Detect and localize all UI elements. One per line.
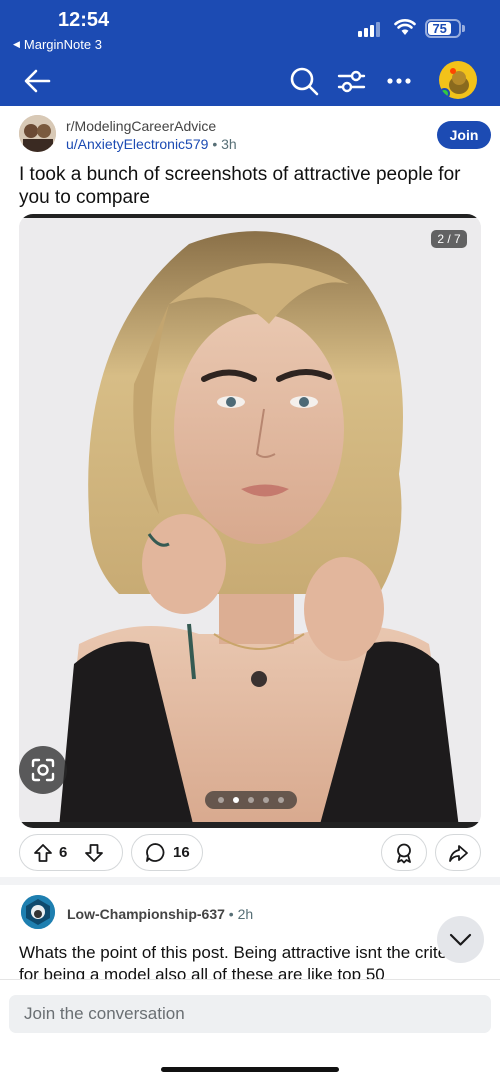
share-button[interactable]	[435, 834, 481, 871]
wifi-icon	[394, 19, 416, 35]
subreddit-avatar[interactable]	[19, 115, 56, 152]
share-arrow-icon	[449, 844, 468, 862]
back-app-label: MarginNote 3	[23, 37, 102, 52]
award-button[interactable]	[381, 834, 427, 871]
comment-author-line: Low-Championship-637 • 2h	[67, 906, 253, 922]
meta-separator: •	[212, 136, 218, 152]
join-button[interactable]: Join	[437, 121, 491, 149]
comment-bubble-icon	[146, 843, 165, 862]
comment-author[interactable]: Low-Championship-637	[67, 906, 225, 922]
vote-control: 6	[19, 834, 123, 871]
home-indicator[interactable]	[161, 1067, 339, 1072]
sort-filter-icon[interactable]	[336, 66, 366, 96]
user-avatar[interactable]	[439, 61, 477, 99]
visual-search-button[interactable]	[19, 746, 67, 794]
media-bottom-edge	[19, 822, 481, 828]
search-icon[interactable]	[289, 66, 319, 96]
gallery-dot[interactable]	[218, 797, 224, 803]
back-to-app-link[interactable]: ◀ MarginNote 3	[13, 37, 102, 52]
online-status-dot	[439, 88, 450, 99]
gallery-pagination[interactable]	[205, 791, 297, 809]
commenter-avatar[interactable]	[21, 895, 55, 929]
more-horizontal-icon[interactable]	[384, 66, 414, 96]
back-arrow-icon[interactable]	[22, 66, 52, 96]
lens-icon	[31, 758, 55, 782]
subreddit-name[interactable]: r/ModelingCareerAdvice	[66, 118, 216, 134]
post-image-gallery[interactable]: 2 / 7	[19, 214, 481, 828]
battery-level: 75	[428, 22, 452, 35]
gallery-dot[interactable]	[278, 797, 284, 803]
gallery-dot[interactable]	[248, 797, 254, 803]
upvote-count: 6	[59, 844, 68, 861]
post-time: 3h	[221, 136, 237, 152]
media-top-edge	[19, 214, 481, 218]
battery-cap	[462, 25, 465, 32]
next-comment-button[interactable]	[437, 916, 484, 963]
comments-button[interactable]: 16	[131, 834, 203, 871]
cellular-signal-icon	[358, 22, 380, 37]
downvote-icon[interactable]	[83, 842, 105, 864]
status-time: 12:54	[58, 9, 110, 31]
post-title[interactable]: I took a bunch of screenshots of attract…	[19, 163, 489, 209]
back-triangle-icon: ◀	[13, 39, 20, 49]
upvote-icon[interactable]	[32, 842, 54, 864]
portrait-photo	[19, 214, 481, 828]
subreddit-avatar-image	[19, 115, 56, 152]
battery-icon: 75	[425, 19, 461, 38]
comment-count: 16	[173, 844, 190, 861]
commenter-avatar-image	[21, 895, 55, 929]
join-conversation-input[interactable]	[9, 995, 491, 1033]
post-author[interactable]: u/AnxietyElectronic579	[66, 136, 208, 152]
gallery-dot[interactable]	[263, 797, 269, 803]
gallery-dot-active[interactable]	[233, 797, 239, 803]
section-divider	[0, 877, 500, 885]
comment-separator: •	[228, 906, 234, 922]
post-meta: u/AnxietyElectronic579 • 3h	[66, 136, 237, 152]
comment-time: 2h	[237, 906, 254, 922]
gallery-counter: 2 / 7	[431, 230, 467, 248]
award-icon	[397, 843, 411, 863]
chevron-down-icon	[449, 933, 472, 946]
comment-body: Whats the point of this post. Being attr…	[19, 943, 466, 982]
top-bar: 12:54 ◀ MarginNote 3 75	[0, 0, 500, 106]
